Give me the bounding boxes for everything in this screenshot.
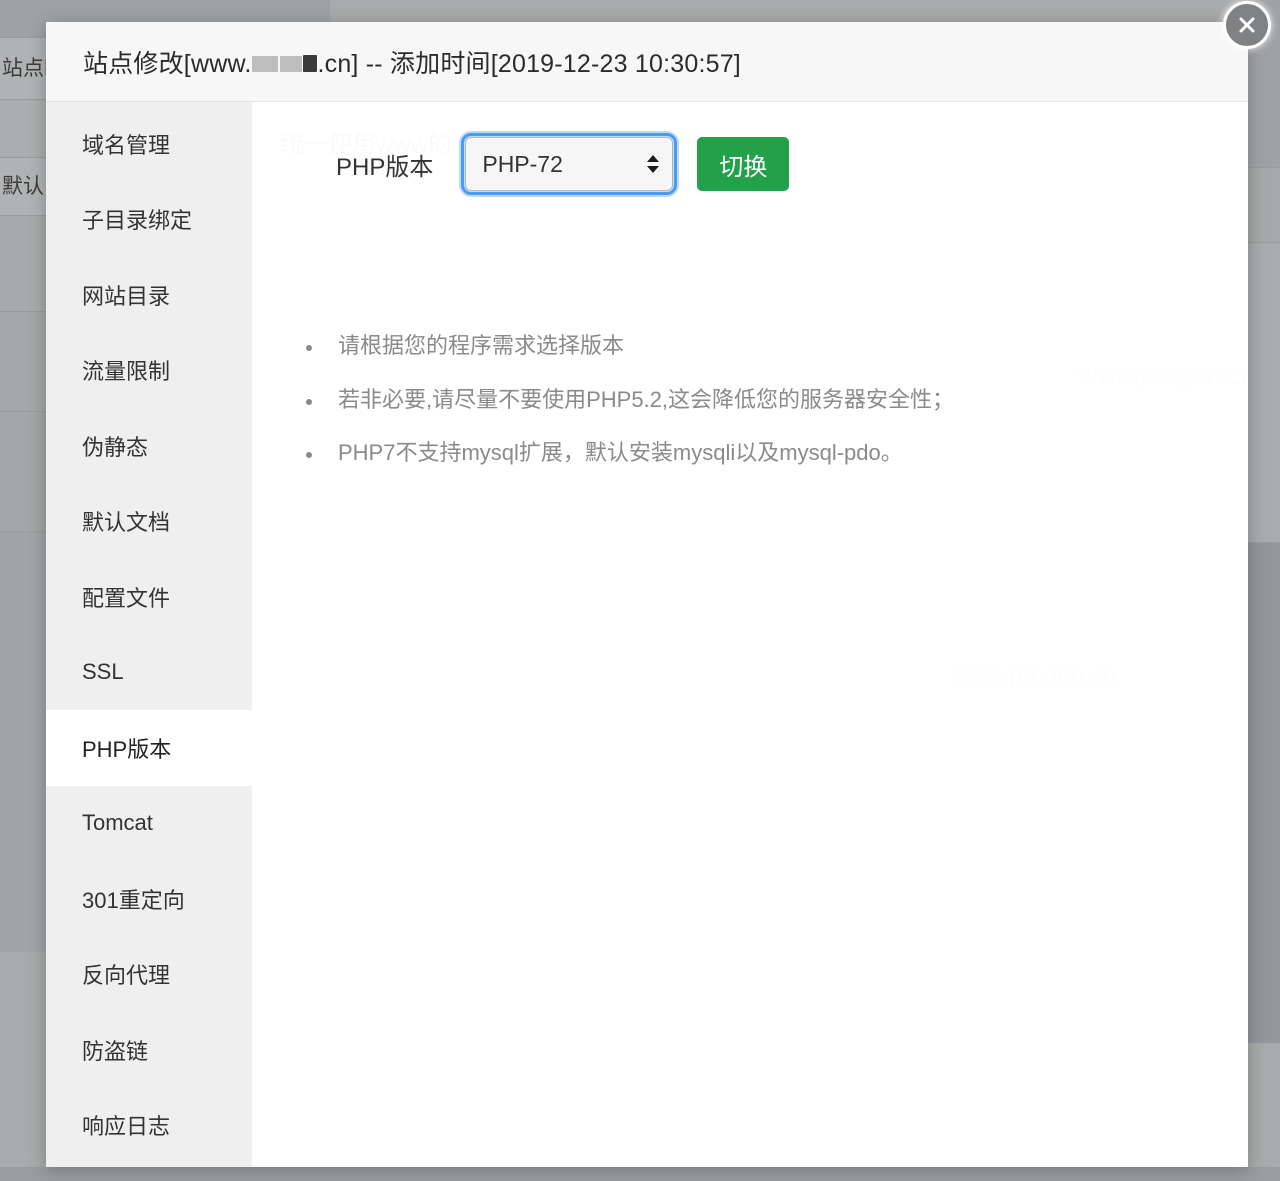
sidebar-item-label: 网站目录 <box>82 283 171 309</box>
sidebar-item-label: PHP版本 <box>82 736 172 762</box>
watermark-text: www.progen.cn <box>952 662 1117 689</box>
sidebar-item-label: 响应日志 <box>82 1114 171 1140</box>
list-item: 请根据您的程序需求选择版本 <box>324 331 1248 361</box>
sidebar-item-301-redirect[interactable]: 301重定向 <box>46 861 252 937</box>
sidebar-item-label: 流量限制 <box>82 359 171 385</box>
sidebar-item-label: Tomcat <box>82 810 153 836</box>
sidebar-item-label: 防盗链 <box>82 1038 149 1064</box>
sidebar-item-response-log[interactable]: 响应日志 <box>46 1088 252 1164</box>
sidebar-item-domain-management[interactable]: 域名管理 <box>46 106 252 182</box>
dialog-title: 站点修改[www. .cn] -- 添加时间[2019-12-23 10:30:… <box>83 44 741 80</box>
sidebar-item-default-document[interactable]: 默认文档 <box>46 484 252 560</box>
sidebar-item-tomcat[interactable]: Tomcat <box>46 786 252 862</box>
dialog-title-prefix: 站点修改[www. <box>83 49 252 78</box>
background-footer-strip <box>0 1167 1280 1181</box>
redacted-block <box>280 55 303 72</box>
sidebar-item-php-version[interactable]: PHP版本 <box>46 710 252 786</box>
sidebar-item-pseudo-static[interactable]: 伪静态 <box>46 408 252 484</box>
sidebar-item-config-file[interactable]: 配置文件 <box>46 559 252 635</box>
switch-php-version-button[interactable]: 切换 <box>697 137 790 191</box>
php-version-label: PHP版本 <box>336 153 434 181</box>
sidebar-item-hotlink-protection[interactable]: 防盗链 <box>46 1012 252 1088</box>
close-icon[interactable] <box>1223 1 1271 49</box>
php-version-form-row: PHP版本 PHP-52PHP-53PHP-54PHP-55PHP-56PHP-… <box>252 102 1248 195</box>
sidebar-item-label: 反向代理 <box>82 963 171 989</box>
sidebar-item-label: 301重定向 <box>82 887 185 913</box>
sidebar-item-label: 配置文件 <box>82 585 171 611</box>
sidebar-item-label: 默认文档 <box>82 510 171 536</box>
dialog-title-suffix: .cn] -- 添加时间[2019-12-23 10:30:57] <box>317 49 741 78</box>
php-version-select-wrapper: PHP-52PHP-53PHP-54PHP-55PHP-56PHP-70PHP-… <box>461 133 678 195</box>
sidebar-item-traffic-limit[interactable]: 流量限制 <box>46 333 252 409</box>
list-item: 若非必要,请尽量不要使用PHP5.2,这会降低您的服务器安全性； <box>324 385 1248 415</box>
list-item: PHP7不支持mysql扩展，默认安装mysqli以及mysql-pdo。 <box>324 438 1248 468</box>
sidebar-item-ssl[interactable]: SSL <box>46 635 252 711</box>
sidebar-item-label: 子目录绑定 <box>82 208 193 234</box>
sidebar-item-subdirectory-binding[interactable]: 子目录绑定 <box>46 182 252 258</box>
redacted-block <box>303 54 318 72</box>
sidebar-item-reverse-proxy[interactable]: 反向代理 <box>46 937 252 1013</box>
redacted-block <box>252 55 279 72</box>
sidebar-item-label: 域名管理 <box>82 132 171 158</box>
sidebar-item-label: SSL <box>82 659 124 685</box>
dialog-body: 域名管理 子目录绑定 网站目录 流量限制 伪静态 默认文档 配置文件 SSL P… <box>46 102 1248 1167</box>
dialog-sidebar-nav: 域名管理 子目录绑定 网站目录 流量限制 伪静态 默认文档 配置文件 SSL P… <box>46 102 252 1167</box>
sidebar-item-label: 伪静态 <box>82 434 149 460</box>
php-version-select[interactable]: PHP-52PHP-53PHP-54PHP-55PHP-56PHP-70PHP-… <box>461 133 678 195</box>
php-version-tips-list: 请根据您的程序需求选择版本 若非必要,请尽量不要使用PHP5.2,这会降低您的服… <box>252 191 1248 468</box>
sidebar-item-website-directory[interactable]: 网站目录 <box>46 257 252 333</box>
table-cell: 默认 <box>2 175 44 198</box>
php-version-panel: 统一使用www的 www.progen.cn www.progen.cn PHP… <box>252 102 1248 1167</box>
site-edit-dialog: 站点修改[www. .cn] -- 添加时间[2019-12-23 10:30:… <box>46 22 1248 1167</box>
dialog-header: 站点修改[www. .cn] -- 添加时间[2019-12-23 10:30:… <box>46 22 1248 102</box>
